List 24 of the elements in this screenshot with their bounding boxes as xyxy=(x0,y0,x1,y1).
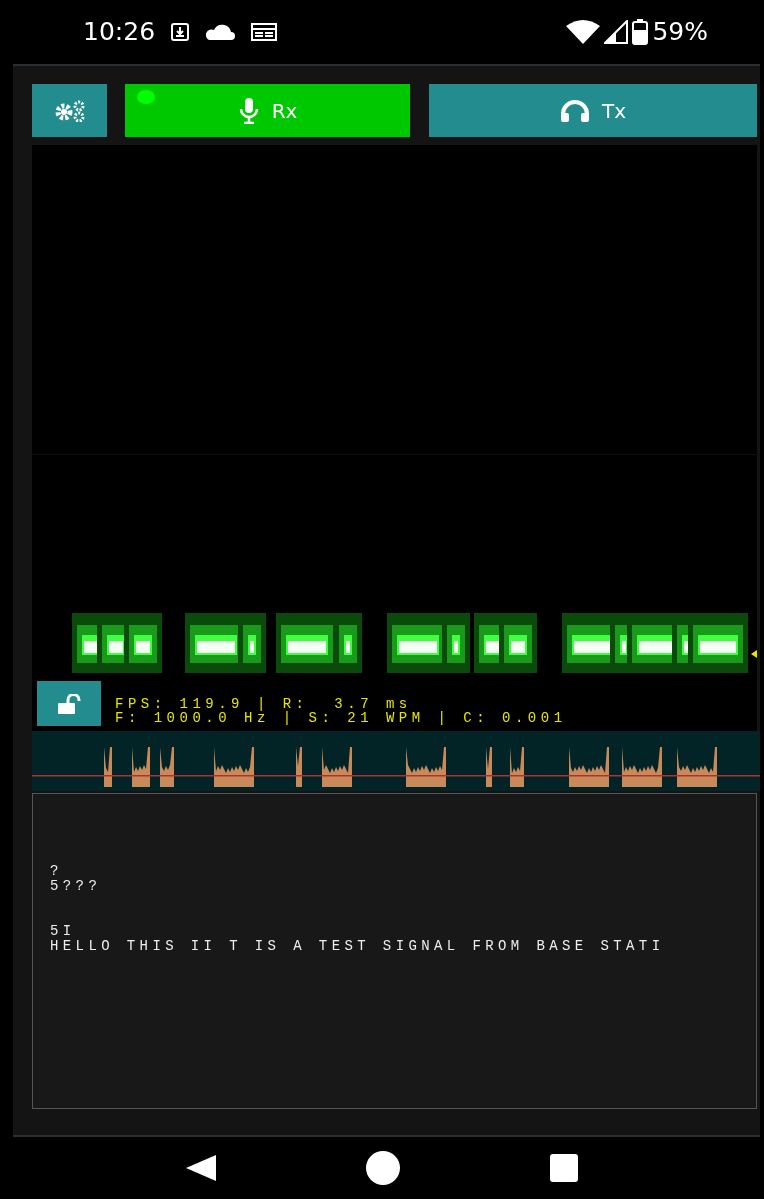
clock: 10:26 xyxy=(83,16,156,49)
battery-percentage: 59% xyxy=(652,16,708,49)
signal-icon xyxy=(604,20,629,44)
decoded-text-line: 5??? xyxy=(50,879,102,894)
mode-tab[interactable]: Tx xyxy=(429,84,757,137)
settings-button[interactable] xyxy=(32,84,107,137)
unlocked-padlock-icon xyxy=(57,693,81,714)
cloud-icon xyxy=(205,24,236,40)
decoded-text-line: HELLO THIS II T IS A TEST SIGNAL FROM BASE STATI xyxy=(50,939,665,954)
download-icon xyxy=(171,23,190,41)
back-icon[interactable] xyxy=(186,1155,216,1181)
stats-line: FPS: 119.9 | R: 3.7 ms xyxy=(115,697,412,711)
stats-line: F: 1000.0 Hz | S: 21 WPM | C: 0.001 xyxy=(115,711,567,725)
decoded-text-line: ? xyxy=(50,864,63,879)
microphone-icon xyxy=(237,97,260,124)
calendar-icon xyxy=(251,23,278,41)
active-indicator-dot xyxy=(137,90,155,104)
wifi-icon xyxy=(566,20,601,44)
mode-tab[interactable]: Rx xyxy=(125,84,410,137)
lock-button[interactable] xyxy=(37,681,101,726)
decoded-text-line: 5I xyxy=(50,924,76,939)
home-icon[interactable] xyxy=(366,1151,400,1185)
headphones-icon xyxy=(559,99,590,122)
battery-icon xyxy=(632,19,649,45)
